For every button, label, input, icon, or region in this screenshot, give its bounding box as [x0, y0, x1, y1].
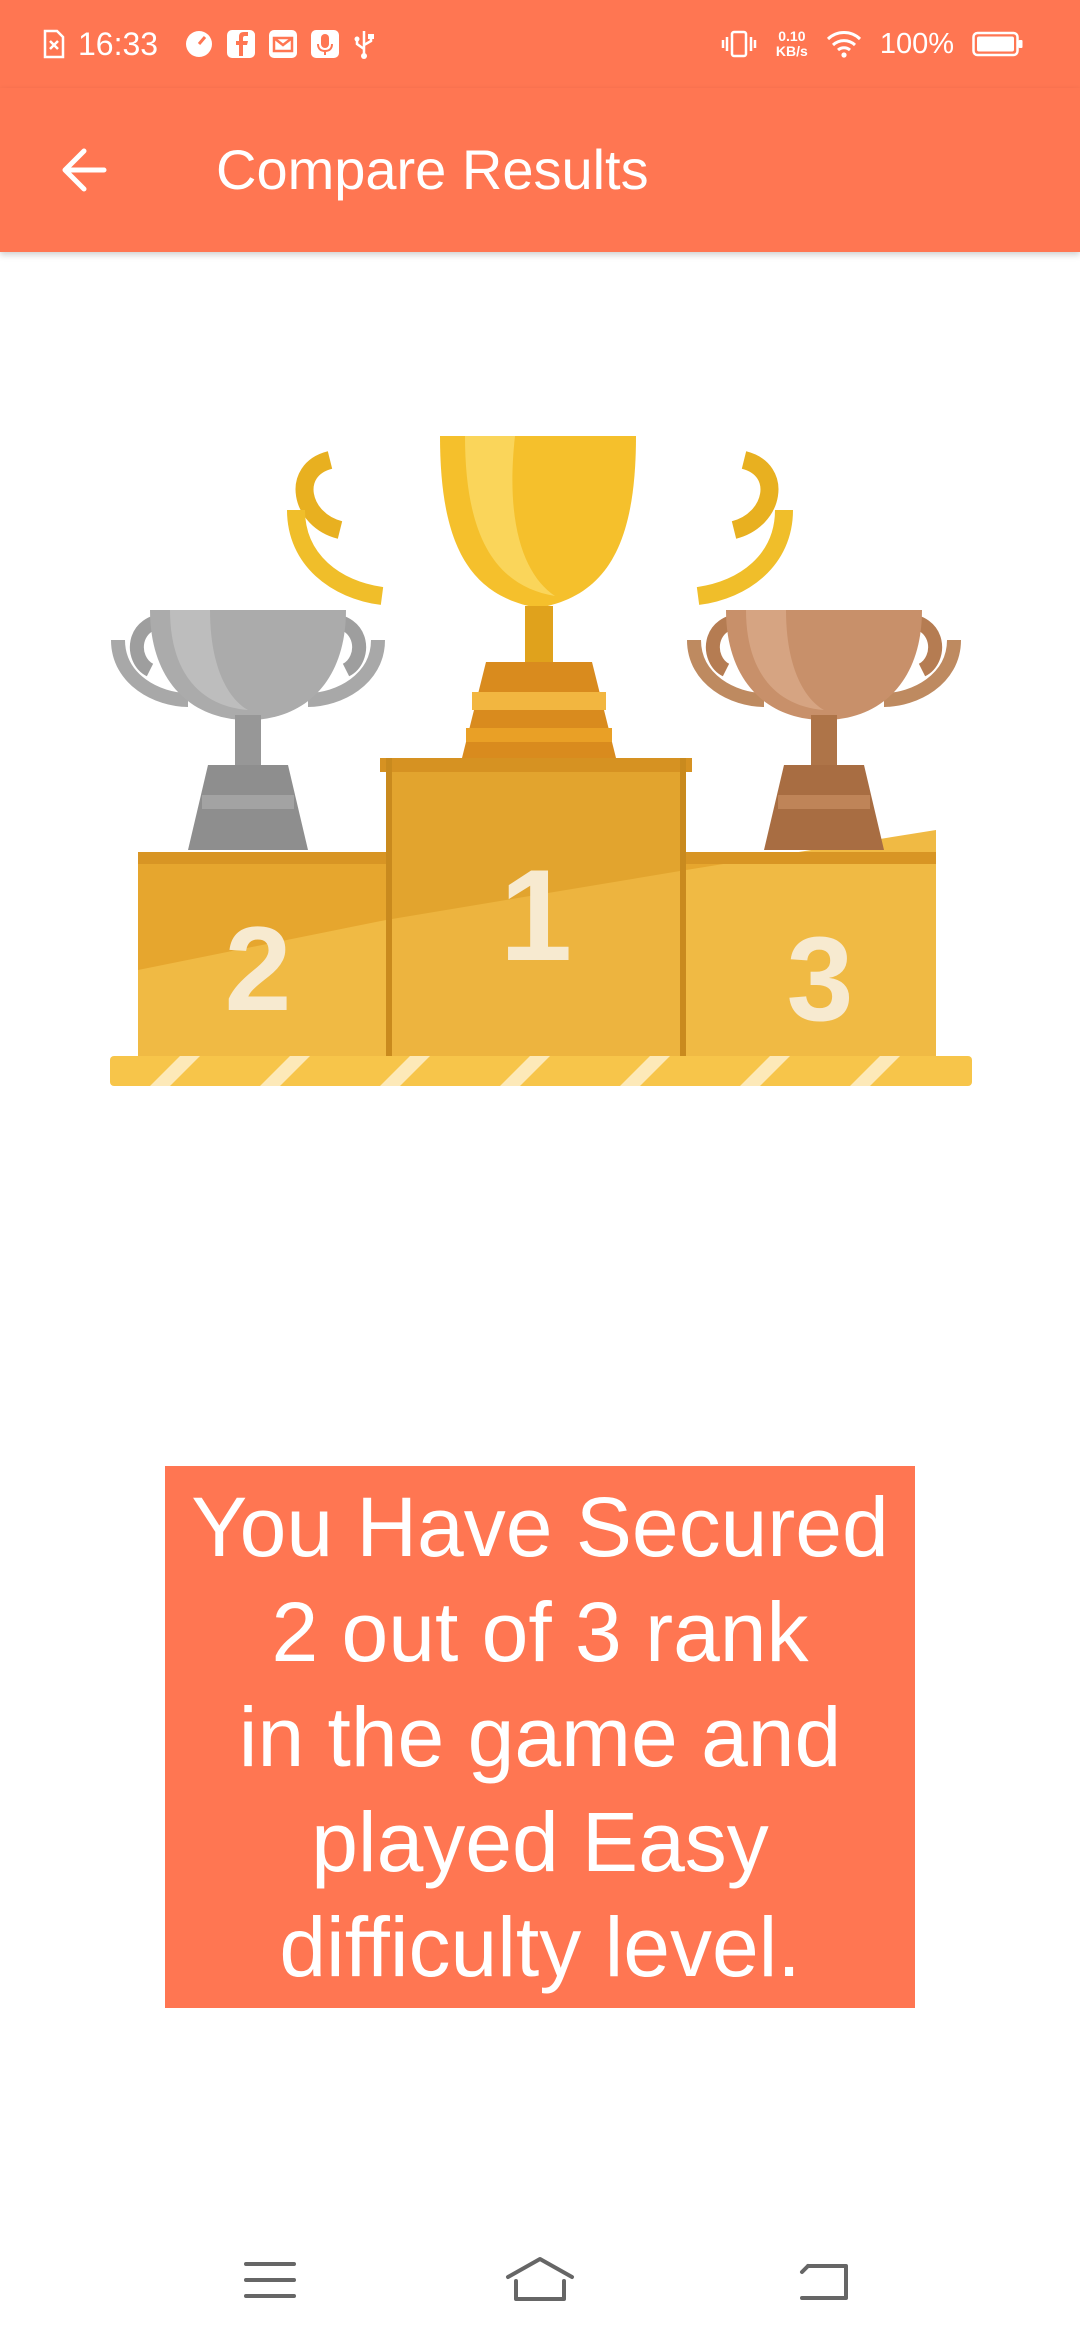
- system-nav-bar: [0, 2200, 1080, 2340]
- rank-2-label: 2: [225, 902, 292, 1036]
- gold-trophy-icon: [287, 436, 793, 758]
- status-bar: 16:33 0.10 KB/s 100%: [0, 0, 1080, 88]
- menu-icon: [244, 2262, 296, 2298]
- podium-base: [110, 1056, 972, 1086]
- mic-icon: [310, 29, 340, 59]
- net-speed: 0.10 KB/s: [776, 29, 808, 59]
- rank-3-label: 3: [787, 912, 854, 1046]
- mail-icon: [268, 29, 298, 59]
- wifi-icon: [826, 29, 862, 59]
- net-speed-value: 0.10: [778, 28, 806, 44]
- net-speed-unit: KB/s: [775, 43, 808, 59]
- back-button[interactable]: [44, 130, 124, 210]
- battery-icon: [972, 30, 1024, 58]
- menu-button[interactable]: [230, 2250, 310, 2310]
- rank-1-label: 1: [500, 842, 572, 988]
- status-time: 16:33: [78, 25, 159, 62]
- app-bar: Compare Results: [0, 88, 1080, 252]
- silver-trophy-icon: [111, 610, 385, 850]
- battery-percent: 100%: [879, 27, 954, 60]
- sim-error-icon: [42, 29, 66, 59]
- page-title: Compare Results: [216, 138, 649, 201]
- bronze-trophy-icon: [687, 610, 961, 850]
- usb-icon: [352, 29, 376, 59]
- speedometer-icon: [184, 29, 214, 59]
- arrow-left-icon: [62, 148, 107, 192]
- vibrate-icon: [720, 29, 758, 59]
- home-icon: [506, 2257, 574, 2301]
- status-right: 0.10 KB/s 100%: [720, 0, 1024, 88]
- facebook-icon: [226, 29, 256, 59]
- result-message-box: You Have Secured 2 out of 3 rank in the …: [165, 1466, 915, 2008]
- back-nav-button[interactable]: [784, 2250, 864, 2310]
- trophy-podium-illustration: 2 1 3: [90, 410, 990, 1110]
- back-nav-icon: [800, 2264, 848, 2300]
- status-left: 16:33: [42, 0, 376, 88]
- home-button[interactable]: [500, 2250, 580, 2310]
- result-message: You Have Secured 2 out of 3 rank in the …: [191, 1479, 889, 1994]
